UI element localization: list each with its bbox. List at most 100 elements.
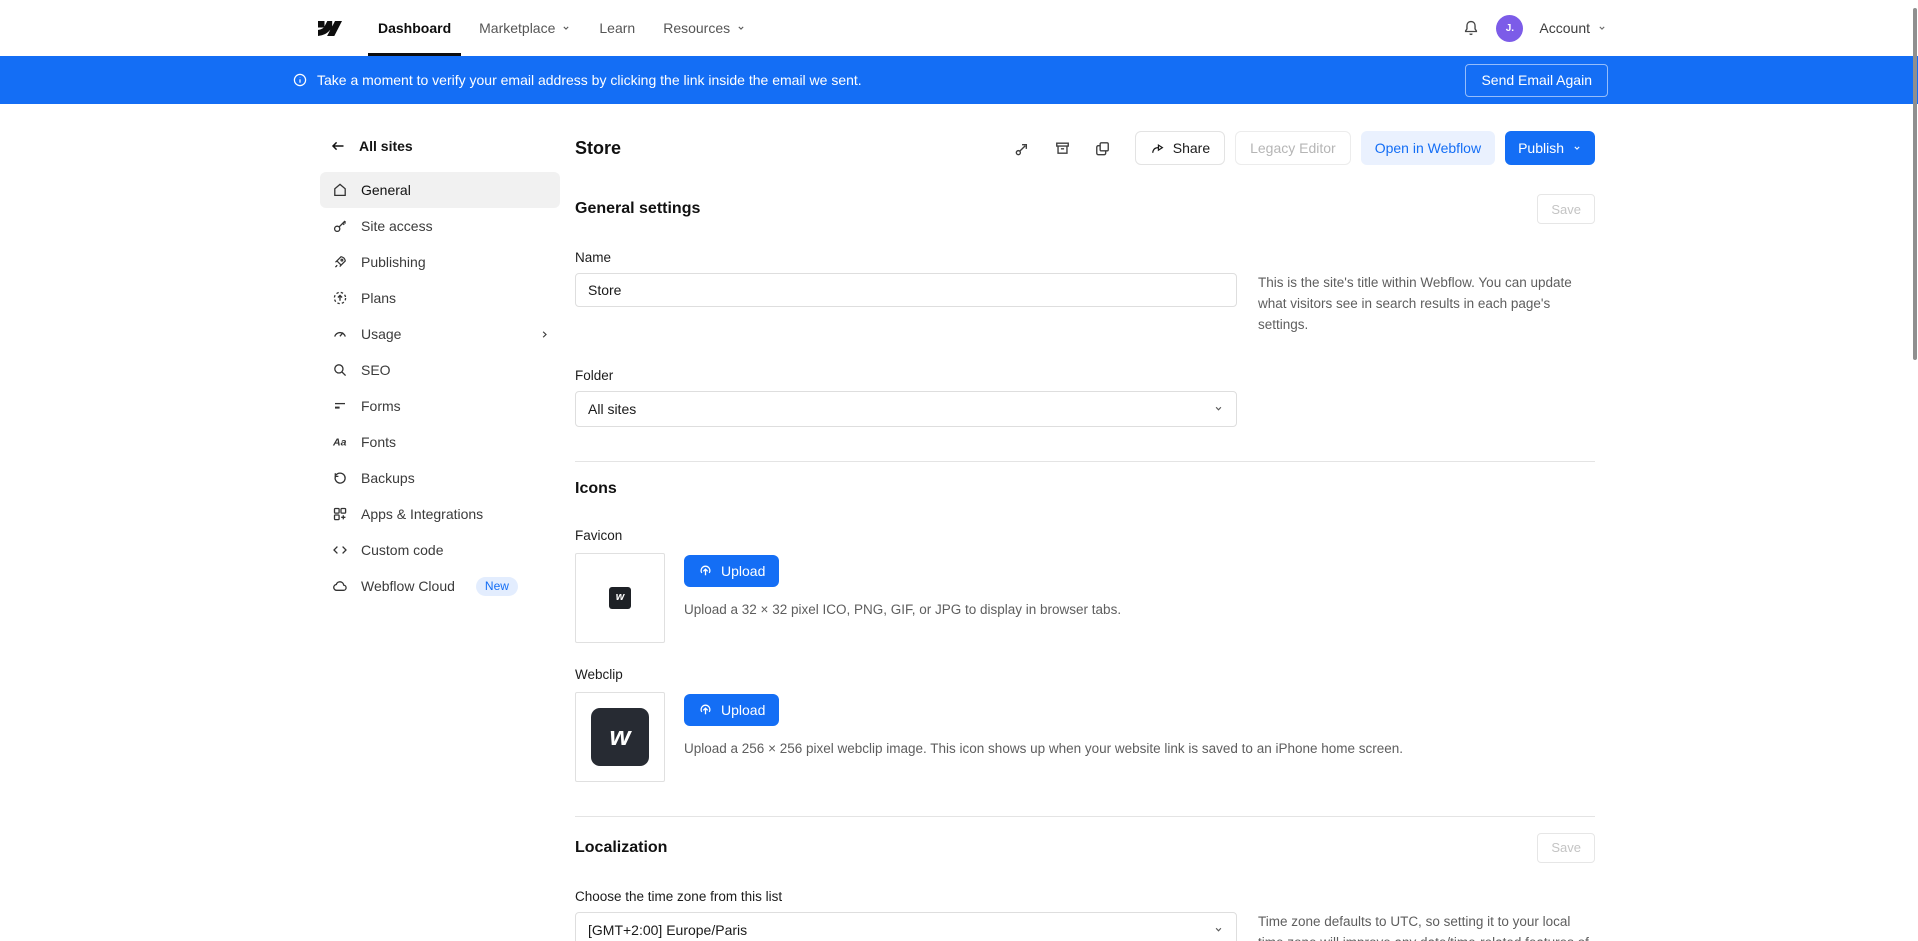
upload-icon xyxy=(698,702,713,717)
folder-label: Folder xyxy=(575,368,1595,383)
nav-right: J. Account xyxy=(1462,0,1607,56)
sidebar-item-label: Plans xyxy=(361,290,396,306)
code-icon xyxy=(332,542,348,558)
sidebar-item-label: SEO xyxy=(361,362,391,378)
form-lines-icon xyxy=(332,398,348,414)
folder-value: All sites xyxy=(588,401,636,417)
sidebar-item-publishing[interactable]: Publishing xyxy=(320,244,560,280)
legacy-editor-button[interactable]: Legacy Editor xyxy=(1235,131,1351,165)
upload-label: Upload xyxy=(721,563,765,579)
page-title: Store xyxy=(575,138,621,159)
webclip-upload-button[interactable]: Upload xyxy=(684,694,779,726)
general-settings-section: General settings Save Name This is the s… xyxy=(575,194,1595,462)
restore-icon xyxy=(332,470,348,486)
sidebar-item-usage[interactable]: Usage xyxy=(320,316,560,352)
sidebar-nav: General Site access Publishing Plans Usa… xyxy=(320,172,560,604)
webflow-logo-icon xyxy=(318,21,342,36)
nav-item-resources[interactable]: Resources xyxy=(653,0,756,56)
share-button[interactable]: Share xyxy=(1135,131,1225,165)
sidebar-item-fonts[interactable]: Aa Fonts xyxy=(320,424,560,460)
archive-icon[interactable] xyxy=(1049,133,1077,163)
webclip-preview: w xyxy=(575,692,665,782)
webflow-logo[interactable] xyxy=(318,0,342,56)
share-arrow-icon xyxy=(1150,141,1165,156)
aa-type-icon: Aa xyxy=(332,434,348,450)
general-settings-heading: General settings xyxy=(575,200,700,218)
svg-text:Aa: Aa xyxy=(332,437,347,449)
nav-item-marketplace[interactable]: Marketplace xyxy=(469,0,581,56)
icons-section: Icons Favicon w Upload Upload a 32 × 32 … xyxy=(575,480,1595,817)
send-email-again-button[interactable]: Send Email Again xyxy=(1465,64,1608,97)
top-nav: Dashboard Marketplace Learn Resources J.… xyxy=(0,0,1918,56)
cloud-icon xyxy=(332,578,348,594)
chevron-down-icon xyxy=(1597,23,1607,33)
favicon-upload-button[interactable]: Upload xyxy=(684,555,779,587)
sidebar-item-custom-code[interactable]: Custom code xyxy=(320,532,560,568)
duplicate-icon[interactable] xyxy=(1089,133,1117,163)
chevron-down-icon xyxy=(1213,924,1224,935)
arrow-left-icon xyxy=(330,138,346,154)
site-name-input[interactable] xyxy=(575,273,1237,307)
avatar[interactable]: J. xyxy=(1496,15,1523,42)
sidebar-item-label: Webflow Cloud xyxy=(361,578,455,594)
avatar-initials: J. xyxy=(1506,23,1514,34)
notifications-bell-icon[interactable] xyxy=(1462,19,1480,37)
sidebar-item-site-access[interactable]: Site access xyxy=(320,208,560,244)
sidebar-item-label: Usage xyxy=(361,326,401,342)
upload-label: Upload xyxy=(721,702,765,718)
back-to-all-sites[interactable]: All sites xyxy=(320,138,560,154)
banner-message: Take a moment to verify your email addre… xyxy=(317,72,862,88)
favicon-preview: w xyxy=(575,553,665,643)
account-label: Account xyxy=(1539,20,1590,36)
folder-select[interactable]: All sites xyxy=(575,391,1237,427)
favicon-label: Favicon xyxy=(575,528,1595,543)
sidebar-item-plans[interactable]: Plans xyxy=(320,280,560,316)
sidebar-item-backups[interactable]: Backups xyxy=(320,460,560,496)
apps-grid-icon xyxy=(332,506,348,522)
chevron-right-icon xyxy=(539,329,550,340)
content: All sites General Site access Publishing… xyxy=(0,104,1918,941)
nav-item-learn[interactable]: Learn xyxy=(589,0,645,56)
nav-item-label: Dashboard xyxy=(378,20,451,36)
settings-sidebar: All sites General Site access Publishing… xyxy=(320,104,560,941)
scrollbar-thumb[interactable] xyxy=(1913,8,1917,360)
sidebar-item-seo[interactable]: SEO xyxy=(320,352,560,388)
sidebar-item-label: Fonts xyxy=(361,434,396,450)
rocket-icon xyxy=(332,254,348,270)
search-icon xyxy=(332,362,348,378)
nav-item-dashboard[interactable]: Dashboard xyxy=(368,0,461,56)
share-label: Share xyxy=(1173,140,1210,156)
localization-save-button[interactable]: Save xyxy=(1537,833,1595,863)
name-label: Name xyxy=(575,250,1595,265)
sidebar-item-label: General xyxy=(361,182,411,198)
sidebar-item-forms[interactable]: Forms xyxy=(320,388,560,424)
transfer-site-icon[interactable] xyxy=(1009,133,1037,163)
general-settings-save-button[interactable]: Save xyxy=(1537,194,1595,224)
sidebar-item-general[interactable]: General xyxy=(320,172,560,208)
nav-links: Dashboard Marketplace Learn Resources xyxy=(364,0,760,56)
sidebar-item-label: Custom code xyxy=(361,542,443,558)
sidebar-item-label: Publishing xyxy=(361,254,426,270)
sidebar-item-webflow-cloud[interactable]: Webflow Cloud New xyxy=(320,568,560,604)
verify-email-banner: Take a moment to verify your email addre… xyxy=(0,56,1918,104)
publish-label: Publish xyxy=(1518,140,1564,156)
open-in-webflow-button[interactable]: Open in Webflow xyxy=(1361,131,1495,165)
main-panel: Store Share Legacy Editor Open in Webflo… xyxy=(575,104,1595,941)
icons-heading: Icons xyxy=(575,480,617,498)
account-menu[interactable]: Account xyxy=(1539,20,1607,36)
nav-item-label: Learn xyxy=(599,20,635,36)
chevron-down-icon xyxy=(736,23,746,33)
publish-button[interactable]: Publish xyxy=(1505,131,1595,165)
webclip-image: w xyxy=(591,708,649,766)
sidebar-item-label: Site access xyxy=(361,218,433,234)
nav-item-label: Resources xyxy=(663,20,730,36)
sidebar-item-apps-integrations[interactable]: Apps & Integrations xyxy=(320,496,560,532)
upload-icon xyxy=(698,563,713,578)
timezone-help-text: Time zone defaults to UTC, so setting it… xyxy=(1258,912,1595,941)
timezone-select[interactable]: [GMT+2:00] Europe/Paris xyxy=(575,912,1237,941)
sidebar-item-label: Backups xyxy=(361,470,415,486)
nav-item-label: Marketplace xyxy=(479,20,555,36)
home-icon xyxy=(332,182,348,198)
new-badge: New xyxy=(476,577,518,596)
localization-section: Localization Save Choose the time zone f… xyxy=(575,833,1595,941)
